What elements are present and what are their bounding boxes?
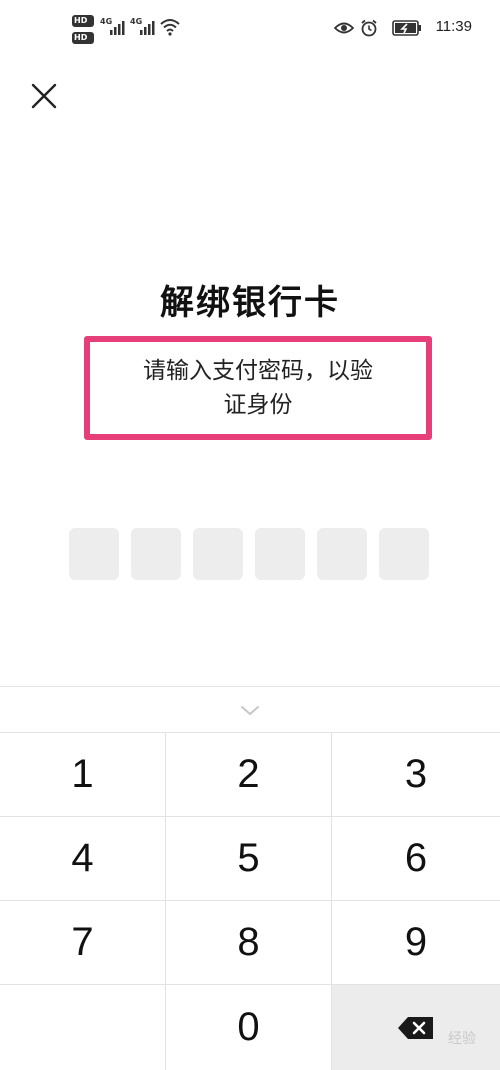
key-4[interactable]: 4: [0, 816, 166, 900]
watermark: 经验: [448, 1031, 476, 1047]
key-6[interactable]: 6: [332, 816, 500, 900]
key-1[interactable]: 1: [0, 732, 166, 816]
keyboard-collapse-button[interactable]: [236, 701, 264, 719]
chevron-down-icon: [241, 706, 259, 716]
sim2-hd-badge: HD: [72, 32, 94, 44]
alarm-icon: [361, 19, 377, 37]
close-icon: [31, 83, 57, 109]
status-bar: HD HD 4G 4G 11:39: [0, 0, 500, 58]
keyboard-toolbar: [0, 686, 500, 733]
subtitle-line-1: 请输入支付密码，以验: [143, 358, 373, 384]
page-subtitle: 请输入支付密码，以验 证身份: [100, 354, 416, 422]
password-input[interactable]: [69, 528, 431, 580]
key-2[interactable]: 2: [166, 732, 332, 816]
key-8[interactable]: 8: [166, 900, 332, 984]
pin-digit-box[interactable]: [69, 528, 119, 580]
signal-icon: [140, 21, 155, 35]
eye-icon: [334, 22, 354, 34]
pin-digit-box[interactable]: [131, 528, 181, 580]
key-0[interactable]: 0: [166, 984, 332, 1070]
numeric-keypad: 1 2 3 4 5 6 7 8 9 0: [0, 732, 500, 1070]
status-time: 11:39: [435, 18, 472, 35]
pin-digit-box[interactable]: [317, 528, 367, 580]
pin-digit-box[interactable]: [255, 528, 305, 580]
backspace-key[interactable]: [332, 984, 500, 1070]
battery-icon: [392, 20, 421, 36]
key-empty: [0, 984, 166, 1070]
subtitle-line-2: 证身份: [223, 392, 293, 418]
key-9[interactable]: 9: [332, 900, 500, 984]
page-title: 解绑银行卡: [160, 283, 340, 323]
wifi-icon: [160, 19, 180, 36]
key-3[interactable]: 3: [332, 732, 500, 816]
key-7[interactable]: 7: [0, 900, 166, 984]
pin-digit-box[interactable]: [379, 528, 429, 580]
sim1-hd-badge: HD: [72, 15, 94, 27]
close-button[interactable]: [26, 78, 62, 114]
signal-icon: [110, 21, 125, 35]
pin-digit-box[interactable]: [193, 528, 243, 580]
backspace-icon: [398, 1016, 433, 1039]
key-5[interactable]: 5: [166, 816, 332, 900]
